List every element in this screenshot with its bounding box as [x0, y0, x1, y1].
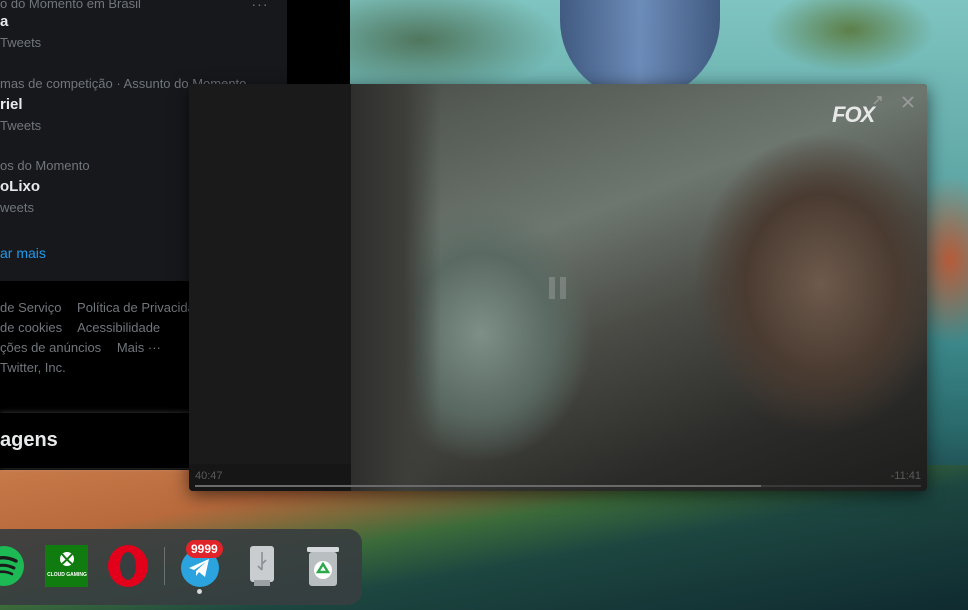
- dock-separator: [164, 547, 165, 585]
- trend-context: o do Momento em Brasil: [0, 0, 141, 11]
- pause-icon[interactable]: [547, 275, 569, 301]
- elapsed-time: 40:47: [195, 470, 223, 482]
- usb-drive-icon[interactable]: [240, 544, 284, 588]
- spotify-icon[interactable]: [0, 544, 26, 588]
- footer-link[interactable]: de Serviço: [0, 300, 61, 315]
- expand-icon[interactable]: [871, 94, 883, 106]
- opera-icon[interactable]: [106, 544, 150, 588]
- video-player[interactable]: FOX 40:47 -11:41: [189, 84, 927, 491]
- trend-name: a: [0, 13, 9, 30]
- trend-name: oLixo: [0, 178, 40, 195]
- notification-badge: 9999: [186, 540, 223, 558]
- footer-more-link[interactable]: Mais ···: [117, 340, 161, 355]
- trend-count: weets: [0, 200, 34, 215]
- trend-count: Tweets: [0, 35, 42, 50]
- progress-fill: [195, 485, 762, 487]
- remaining-time: -11:41: [890, 470, 921, 482]
- recycle-bin-icon[interactable]: [301, 544, 345, 588]
- more-options-icon[interactable]: ···: [250, 0, 270, 12]
- xbox-cloud-gaming-icon[interactable]: CLOUD GAMING: [45, 544, 89, 588]
- footer-link[interactable]: de cookies: [0, 320, 62, 335]
- trend-context: os do Momento: [0, 158, 90, 173]
- running-indicator: [197, 589, 202, 594]
- video-scene-detail: [351, 84, 441, 491]
- footer-copyright: Twitter, Inc.: [0, 360, 66, 375]
- trend-name: riel: [0, 96, 23, 113]
- footer-link[interactable]: ções de anúncios: [0, 340, 101, 355]
- xbox-label: CLOUD GAMING: [47, 572, 87, 578]
- channel-logo: FOX: [832, 102, 875, 127]
- footer-link[interactable]: Acessibilidade: [77, 320, 160, 335]
- messages-title: agens: [0, 429, 58, 451]
- show-more-link[interactable]: ar mais: [0, 245, 46, 261]
- close-icon[interactable]: [900, 94, 916, 110]
- trend-count: Tweets: [0, 118, 42, 133]
- progress-bar[interactable]: [195, 485, 921, 487]
- taskbar-dock: CLOUD GAMING: [0, 529, 362, 605]
